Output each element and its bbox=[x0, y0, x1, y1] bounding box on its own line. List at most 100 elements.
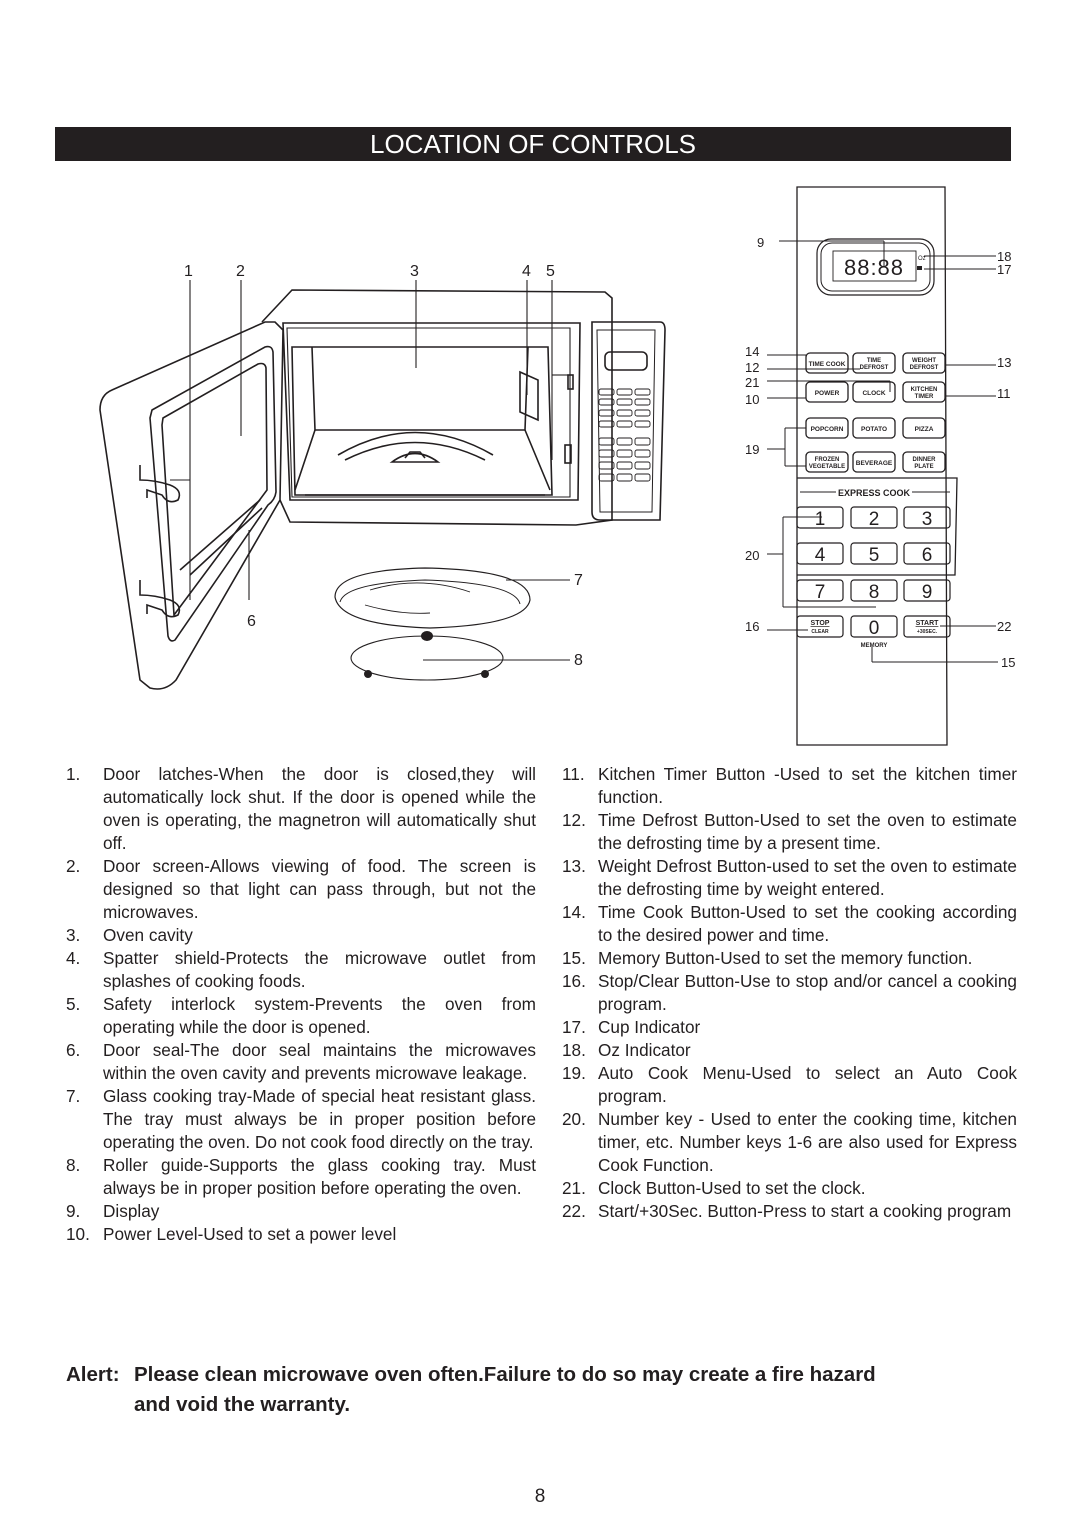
list-item: 12. Time Defrost Button-Used to set the o… bbox=[562, 809, 1017, 855]
panel-button-kitchen-timer[interactable]: KITCHENTIMER bbox=[902, 381, 946, 403]
left-description-list: 1. Door latches-When the door is closed,t… bbox=[66, 763, 536, 1246]
list-item: 1. Door latches-When the door is closed,t… bbox=[66, 763, 536, 855]
callout-16: 16 bbox=[745, 619, 759, 634]
list-item: 22. Start/+30Sec. Button-Press to start a… bbox=[562, 1200, 1017, 1223]
number-key-6[interactable]: 6 bbox=[903, 542, 951, 566]
svg-text:2: 2 bbox=[869, 509, 880, 530]
number-key-8[interactable]: 8 bbox=[850, 579, 898, 603]
stop-clear-button[interactable]: STOP CLEAR bbox=[796, 615, 844, 638]
item-number: 5. bbox=[66, 994, 81, 1014]
alert-line-2: and void the warranty. bbox=[134, 1393, 351, 1416]
item-text: Door latches-When the door is closed,the… bbox=[103, 764, 536, 853]
svg-text:3: 3 bbox=[922, 509, 933, 530]
display-readout: 88:88 bbox=[844, 255, 904, 280]
panel-button-label: WEIGHT bbox=[912, 358, 936, 364]
item-text: Start/+30Sec. Button-Press to start a co… bbox=[598, 1201, 1012, 1221]
list-item: 6. Door seal-The door seal maintains the … bbox=[66, 1039, 536, 1085]
item-number: 20. bbox=[562, 1109, 586, 1129]
panel-button-time-cook[interactable]: TIME COOK bbox=[805, 352, 849, 374]
panel-button-label: DEFROST bbox=[860, 365, 889, 371]
item-number: 6. bbox=[66, 1040, 81, 1060]
express-cook-label: EXPRESS COOK bbox=[838, 488, 911, 498]
svg-text:1: 1 bbox=[815, 509, 826, 530]
cup-indicator-icon bbox=[917, 266, 922, 270]
svg-text:0: 0 bbox=[869, 618, 880, 639]
item-number: 22. bbox=[562, 1201, 586, 1221]
svg-text:+30SEC.: +30SEC. bbox=[917, 629, 938, 635]
list-item: 17. Cup Indicator bbox=[562, 1016, 1017, 1039]
item-text: Auto Cook Menu-Used to select an Auto Co… bbox=[598, 1063, 1017, 1106]
item-number: 12. bbox=[562, 810, 586, 830]
item-text: Weight Defrost Button-used to set the ov… bbox=[598, 856, 1017, 899]
list-item: 19. Auto Cook Menu-Used to select an Auto… bbox=[562, 1062, 1017, 1108]
item-number: 13. bbox=[562, 856, 586, 876]
callout-8: 8 bbox=[574, 652, 583, 669]
panel-button-label: PIZZA bbox=[915, 426, 934, 433]
svg-text:CLEAR: CLEAR bbox=[811, 629, 829, 635]
number-key-4[interactable]: 4 bbox=[796, 542, 844, 566]
roller-guide bbox=[350, 635, 504, 681]
panel-button-beverage[interactable]: BEVERAGE bbox=[852, 451, 896, 473]
item-text: Spatter shield-Protects the microwave ou… bbox=[103, 948, 536, 991]
callout-1: 1 bbox=[184, 263, 193, 280]
number-key-7[interactable]: 7 bbox=[796, 579, 844, 603]
number-key-0[interactable]: 0 bbox=[850, 615, 898, 639]
section-title: LOCATION OF CONTROLS bbox=[55, 127, 1011, 161]
callout-11: 11 bbox=[997, 386, 1011, 401]
number-key-3[interactable]: 3 bbox=[903, 506, 951, 530]
number-key-9[interactable]: 9 bbox=[903, 579, 951, 603]
item-number: 3. bbox=[66, 925, 81, 945]
glass-tray bbox=[334, 567, 531, 629]
number-key-1[interactable]: 1 bbox=[796, 506, 844, 530]
item-number: 16. bbox=[562, 971, 586, 991]
item-text: Stop/Clear Button-Use to stop and/or can… bbox=[598, 971, 1017, 1014]
svg-text:5: 5 bbox=[869, 545, 880, 566]
item-number: 14. bbox=[562, 902, 586, 922]
panel-button-label: POTATO bbox=[861, 426, 887, 433]
list-item: 21. Clock Button-Used to set the clock. bbox=[562, 1177, 1017, 1200]
panel-button-clock[interactable]: CLOCK bbox=[852, 381, 896, 403]
panel-button-potato[interactable]: POTATO bbox=[852, 417, 896, 439]
panel-button-label: KITCHEN bbox=[911, 387, 938, 393]
panel-button-label: PLATE bbox=[914, 464, 933, 470]
callout-10: 10 bbox=[745, 392, 759, 407]
panel-button-popcorn[interactable]: POPCORN bbox=[805, 417, 849, 439]
item-text: Door screen-Allows viewing of food. The … bbox=[103, 856, 536, 922]
number-key-5[interactable]: 5 bbox=[850, 542, 898, 566]
callout-3: 3 bbox=[410, 263, 419, 280]
item-number: 18. bbox=[562, 1040, 586, 1060]
page-number: 8 bbox=[534, 1486, 546, 1507]
callout-20: 20 bbox=[745, 548, 759, 563]
item-number: 15. bbox=[562, 948, 586, 968]
panel-button-pizza[interactable]: PIZZA bbox=[902, 417, 946, 439]
callout-12: 12 bbox=[745, 360, 759, 375]
right-description-list: 11. Kitchen Timer Button -Used to set the… bbox=[562, 763, 1017, 1223]
item-text: Cup Indicator bbox=[598, 1017, 701, 1037]
svg-text:8: 8 bbox=[869, 582, 880, 603]
alert-line-1: Please clean microwave oven often.Failur… bbox=[134, 1363, 876, 1386]
svg-text:6: 6 bbox=[922, 545, 933, 566]
list-item: 15. Memory Button-Used to set the memory … bbox=[562, 947, 1017, 970]
item-text: Glass cooking tray-Made of special heat … bbox=[103, 1086, 536, 1152]
item-text: Door seal-The door seal maintains the mi… bbox=[103, 1040, 536, 1083]
item-number: 10. bbox=[66, 1224, 90, 1244]
panel-button-dinner-plate[interactable]: DINNERPLATE bbox=[902, 451, 946, 473]
panel-button-weight-defrost[interactable]: WEIGHTDEFROST bbox=[902, 352, 946, 374]
callout-2: 2 bbox=[236, 263, 245, 280]
item-number: 9. bbox=[66, 1201, 81, 1221]
item-text: Kitchen Timer Button -Used to set the ki… bbox=[598, 764, 1017, 807]
callout-14: 14 bbox=[745, 344, 759, 359]
item-number: 4. bbox=[66, 948, 81, 968]
svg-text:9: 9 bbox=[922, 582, 933, 603]
list-item: 13. Weight Defrost Button-used to set the… bbox=[562, 855, 1017, 901]
panel-button-power[interactable]: POWER bbox=[805, 381, 849, 403]
list-item: 7. Glass cooking tray-Made of special hea… bbox=[66, 1085, 536, 1154]
list-item: 2. Door screen-Allows viewing of food. Th… bbox=[66, 855, 536, 924]
panel-button-label: VEGETABLE bbox=[809, 464, 845, 470]
panel-button-label: BEVERAGE bbox=[856, 460, 893, 467]
item-number: 21. bbox=[562, 1178, 586, 1198]
callout-22: 22 bbox=[997, 619, 1011, 634]
panel-button-time-defrost[interactable]: TIMEDEFROST bbox=[852, 352, 896, 374]
number-key-2[interactable]: 2 bbox=[850, 506, 898, 530]
panel-button-frozen-vegetable[interactable]: FROZENVEGETABLE bbox=[805, 451, 849, 473]
